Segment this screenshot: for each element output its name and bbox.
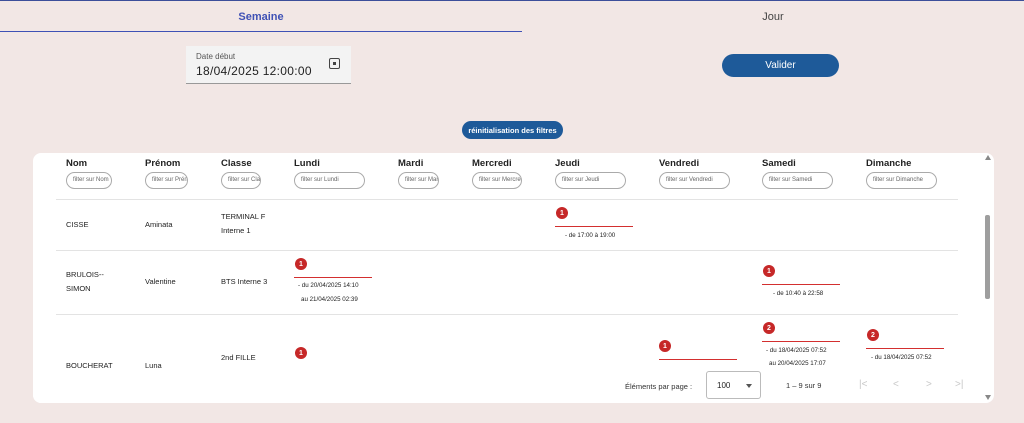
absence-bar (762, 341, 840, 342)
next-page-icon[interactable]: > (926, 379, 932, 390)
row-divider (56, 250, 958, 251)
cell-prenom: Aminata (145, 220, 173, 229)
header-mercredi[interactable]: Mercredi (472, 158, 512, 169)
absence-bar (762, 284, 840, 285)
filter-mercredi-input[interactable]: filter sur Mercredi (472, 172, 522, 189)
filter-prenom-input[interactable]: filter sur Prénom (145, 172, 188, 189)
page-size-select[interactable]: 100 (706, 371, 761, 399)
absence-slot: au 21/04/2025 02:39 (301, 296, 358, 303)
header-samedi[interactable]: Samedi (762, 158, 796, 169)
cell-nom: CISSE (66, 220, 89, 229)
filter-samedi-input[interactable]: filter sur Samedi (762, 172, 833, 189)
header-jeudi[interactable]: Jeudi (555, 158, 580, 169)
header-vendredi[interactable]: Vendredi (659, 158, 699, 169)
header-prenom[interactable]: Prénom (145, 158, 180, 169)
date-debut-field[interactable]: Date début 18/04/2025 12:00:00 (186, 46, 351, 84)
absence-count-badge[interactable]: 2 (867, 329, 879, 341)
previous-page-icon[interactable]: < (893, 379, 899, 390)
cell-classe: BTS Interne 3 (221, 277, 268, 286)
last-page-icon[interactable]: >| (955, 379, 963, 390)
filter-jeudi-input[interactable]: filter sur Jeudi (555, 172, 626, 189)
absence-count-badge[interactable]: 1 (295, 258, 307, 270)
header-mardi[interactable]: Mardi (398, 158, 423, 169)
absence-slot: - de 17:00 à 19:00 (565, 232, 616, 239)
absence-count-badge[interactable]: 1 (763, 265, 775, 277)
absence-slot: - du 18/04/2025 07:52 (871, 354, 932, 361)
calendar-icon[interactable] (329, 58, 340, 69)
filter-dimanche-input[interactable]: filter sur Dimanche (866, 172, 937, 189)
tab-semaine-label: Semaine (238, 10, 284, 23)
page-range-label: 1 – 9 sur 9 (786, 381, 822, 390)
cell-classe: 2nd FILLE (221, 353, 256, 362)
absence-count-badge[interactable]: 1 (295, 347, 307, 359)
paginator: Éléments par page : 100 1 – 9 sur 9 |< <… (33, 370, 978, 403)
absence-bar (555, 226, 633, 227)
absence-bar (294, 277, 372, 278)
cell-prenom: Valentine (145, 277, 176, 286)
scroll-down-icon[interactable] (985, 395, 991, 400)
absence-count-badge[interactable]: 1 (659, 340, 671, 352)
cell-nom: BRULOIS-- SIMON (66, 268, 104, 296)
date-debut-label: Date début (196, 52, 236, 61)
absence-bar (866, 348, 944, 349)
absence-slot: au 20/04/2025 17:07 (769, 360, 826, 367)
tab-jour[interactable]: Jour (522, 0, 1024, 33)
date-debut-value[interactable]: 18/04/2025 12:00:00 (196, 64, 312, 78)
cell-classe-line: Interne 1 (221, 226, 251, 235)
tab-jour-label: Jour (762, 10, 784, 23)
row-divider (56, 314, 958, 315)
cell-nom-line: SIMON (66, 284, 91, 293)
chevron-down-icon (746, 384, 752, 388)
absence-slot: - du 18/04/2025 07:52 (766, 347, 827, 354)
absence-slot: - de 10:40 à 22:58 (773, 290, 824, 297)
cell-classe: TERMINAL F Interne 1 (221, 210, 265, 238)
header-dimanche[interactable]: Dimanche (866, 158, 911, 169)
header-lundi[interactable]: Lundi (294, 158, 320, 169)
tab-semaine[interactable]: Semaine (0, 0, 522, 33)
header-classe[interactable]: Classe (221, 158, 252, 169)
absence-count-badge[interactable]: 1 (556, 207, 568, 219)
header-nom[interactable]: Nom (66, 158, 87, 169)
vertical-scrollbar-thumb[interactable] (985, 215, 990, 299)
absence-slot: - du 20/04/2025 14:10 (298, 282, 359, 289)
absence-bar (659, 359, 737, 360)
first-page-icon[interactable]: |< (859, 379, 867, 390)
absence-count-badge[interactable]: 2 (763, 322, 775, 334)
cell-nom-line: BRULOIS-- (66, 270, 104, 279)
reset-filters-button[interactable]: réinitialisation des filtres (462, 121, 563, 139)
scroll-up-icon[interactable] (985, 155, 991, 160)
filter-classe-input[interactable]: filter sur Classe (221, 172, 261, 189)
page-size-value: 100 (717, 381, 731, 390)
filter-vendredi-input[interactable]: filter sur Vendredi (659, 172, 730, 189)
items-per-page-label: Éléments par page : (625, 382, 693, 391)
filter-mardi-input[interactable]: filter sur Mardi (398, 172, 439, 189)
table-card: Nom Prénom Classe Lundi Mardi Mercredi J… (33, 153, 994, 403)
active-tab-indicator (0, 31, 522, 32)
cell-classe-line: TERMINAL F (221, 212, 266, 221)
valider-button[interactable]: Valider (722, 54, 839, 77)
filter-lundi-input[interactable]: filter sur Lundi (294, 172, 365, 189)
header-divider (56, 199, 958, 200)
filter-nom-input[interactable]: filter sur Nom (66, 172, 112, 189)
